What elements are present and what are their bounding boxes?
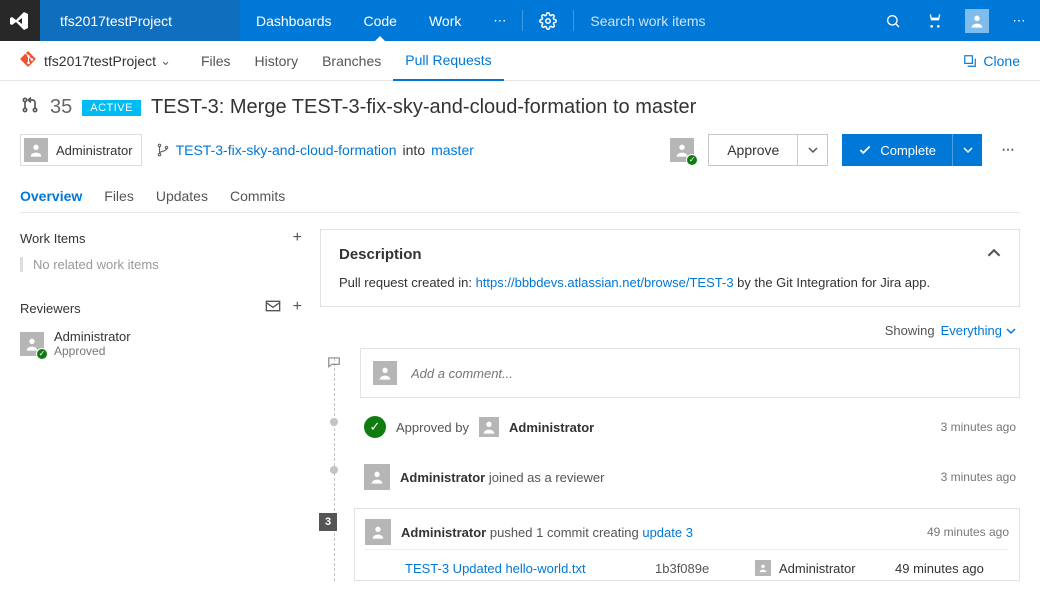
commit-time: 49 minutes ago — [895, 561, 984, 576]
comment-input[interactable] — [411, 366, 1007, 381]
prtab-updates[interactable]: Updates — [156, 180, 208, 212]
pr-title: TEST-3: Merge TEST-3-fix-sky-and-cloud-f… — [151, 96, 696, 119]
reviewers-title: Reviewers — [20, 301, 81, 316]
comment-icon — [326, 354, 342, 370]
event-time: 49 minutes ago — [927, 525, 1009, 539]
prtab-files[interactable]: Files — [104, 180, 134, 212]
avatar — [365, 519, 391, 545]
prtab-overview[interactable]: Overview — [20, 180, 82, 212]
pull-request-icon — [20, 95, 40, 120]
subnav-branches[interactable]: Branches — [310, 41, 393, 81]
prtab-commits[interactable]: Commits — [230, 180, 285, 212]
filter-label: Showing — [885, 323, 935, 338]
chevron-down-icon[interactable]: ⌄ — [160, 53, 171, 69]
creator-chip[interactable]: Administrator — [20, 134, 142, 166]
tab-code[interactable]: Code — [348, 0, 413, 41]
sidebar: Work Items + No related work items Revie… — [20, 213, 320, 597]
description-title: Description — [339, 246, 422, 263]
avatar — [479, 417, 499, 437]
approve-button-group: Approve — [708, 134, 828, 166]
event-approved: ✓ Approved by Administrator 3 minutes ag… — [360, 408, 1020, 446]
description-card: Description Pull request created in: htt… — [320, 229, 1020, 307]
breadcrumb-project[interactable]: tfs2017testProject — [44, 53, 156, 69]
commit-message-link[interactable]: TEST-3 Updated hello-world.txt — [405, 561, 655, 576]
source-branch-link[interactable]: TEST-3-fix-sky-and-cloud-formation — [176, 142, 397, 158]
timeline-dot — [330, 418, 338, 426]
commit-row: TEST-3 Updated hello-world.txt 1b3f089e … — [365, 549, 1009, 580]
tab-more-icon[interactable]: ⋯ — [477, 0, 522, 41]
avatar — [364, 464, 390, 490]
branch-info: TEST-3-fix-sky-and-cloud-formation into … — [156, 142, 474, 158]
approve-button[interactable]: Approve — [709, 135, 797, 165]
user-avatar[interactable] — [956, 9, 998, 33]
vs-logo-icon[interactable] — [0, 0, 40, 41]
subnav-pull-requests[interactable]: Pull Requests — [393, 41, 503, 81]
complete-button-group: Complete — [842, 134, 982, 166]
repo-icon — [20, 51, 36, 70]
approve-dropdown[interactable] — [797, 135, 827, 165]
mail-icon[interactable] — [265, 298, 281, 319]
reviewer-status: Approved — [54, 344, 131, 358]
repo-navbar: tfs2017testProject ⌄ Files History Branc… — [0, 41, 1040, 81]
event-time: 3 minutes ago — [941, 470, 1016, 484]
target-branch-link[interactable]: master — [431, 142, 474, 158]
filter-dropdown[interactable]: Everything — [941, 323, 1016, 338]
event-pushed: Administrator pushed 1 commit creating u… — [365, 515, 1009, 549]
reviewer-avatar-chip[interactable] — [670, 138, 694, 162]
work-items-title: Work Items — [20, 231, 86, 246]
add-reviewer-icon[interactable]: + — [293, 298, 302, 319]
avatar — [20, 332, 44, 356]
timeline-dot — [330, 466, 338, 474]
clone-button[interactable]: Clone — [963, 53, 1020, 69]
main-content: Description Pull request created in: htt… — [320, 213, 1020, 597]
comment-box[interactable] — [360, 348, 1020, 398]
event-joined: Administrator joined as a reviewer 3 min… — [360, 456, 1020, 498]
reviewer-name: Administrator — [54, 329, 131, 344]
pr-id: 35 — [50, 96, 72, 119]
chevron-up-icon[interactable] — [987, 246, 1001, 263]
search-icon[interactable] — [872, 13, 914, 29]
update-link[interactable]: update 3 — [642, 525, 693, 540]
tab-dashboards[interactable]: Dashboards — [240, 0, 348, 41]
event-time: 3 minutes ago — [941, 420, 1016, 434]
avatar — [755, 560, 771, 576]
search-box[interactable] — [574, 0, 872, 41]
description-prefix: Pull request created in: — [339, 275, 476, 290]
description-link[interactable]: https://bbbdevs.atlassian.net/browse/TES… — [476, 275, 734, 290]
search-input[interactable] — [590, 13, 872, 29]
add-work-item-icon[interactable]: + — [293, 229, 302, 247]
subnav-files[interactable]: Files — [189, 41, 243, 81]
complete-dropdown[interactable] — [952, 134, 982, 166]
overflow-icon[interactable]: ⋯ — [996, 142, 1020, 158]
global-navbar: tfs2017testProject Dashboards Code Work … — [0, 0, 1040, 41]
gear-icon[interactable] — [523, 0, 573, 41]
avatar — [24, 138, 48, 162]
approved-check-icon — [36, 348, 48, 360]
work-items-empty: No related work items — [20, 257, 302, 272]
reviewer-item[interactable]: Administrator Approved — [20, 329, 302, 358]
update-count-badge: 3 — [319, 513, 337, 531]
approved-check-icon — [686, 154, 698, 166]
complete-button[interactable]: Complete — [842, 134, 952, 166]
avatar — [670, 138, 694, 162]
into-text: into — [403, 142, 426, 158]
description-suffix: by the Git Integration for Jira app. — [734, 275, 931, 290]
timeline: ✓ Approved by Administrator 3 minutes ag… — [320, 348, 1020, 581]
tab-work[interactable]: Work — [413, 0, 477, 41]
event-user: Administrator — [509, 420, 594, 435]
commit-author: Administrator — [779, 561, 856, 576]
project-selector[interactable]: tfs2017testProject — [40, 0, 240, 41]
subnav-history[interactable]: History — [243, 41, 311, 81]
shop-icon[interactable] — [914, 13, 956, 29]
approved-check-icon: ✓ — [364, 416, 386, 438]
status-badge: ACTIVE — [82, 100, 141, 116]
avatar — [373, 361, 397, 385]
commit-hash: 1b3f089e — [655, 561, 755, 576]
creator-name: Administrator — [56, 143, 133, 158]
overflow-icon[interactable]: ⋯ — [998, 13, 1040, 29]
